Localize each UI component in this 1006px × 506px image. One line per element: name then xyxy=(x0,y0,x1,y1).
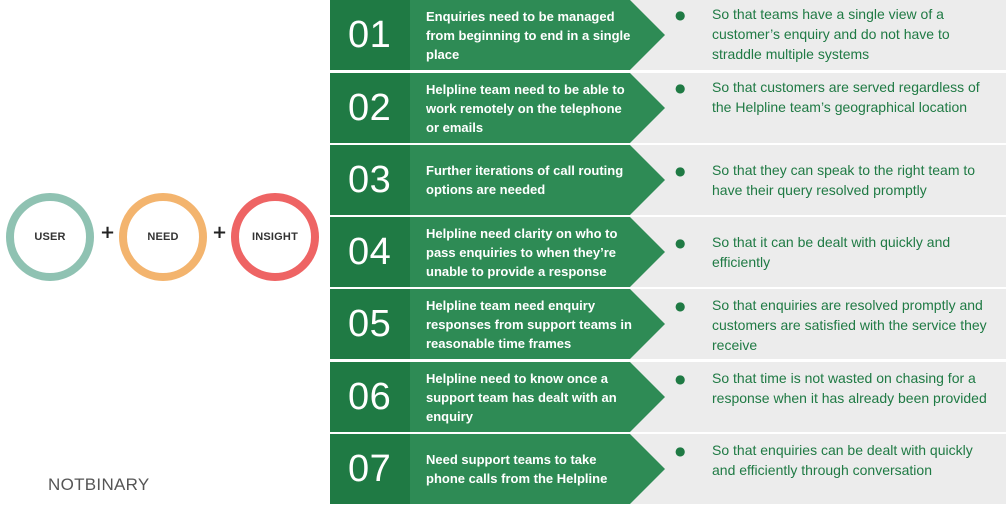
bullet-icon: ● xyxy=(675,236,686,250)
plus-sign: + xyxy=(212,222,228,243)
need-row: 05 Helpline team need enquiry responses f… xyxy=(330,289,1006,359)
bullet-icon: ● xyxy=(675,372,686,386)
need-label: NEED xyxy=(147,231,179,243)
need-text: Helpline team need to be able to work re… xyxy=(426,81,625,135)
needs-list: 01 Enquiries need to be managed from begi… xyxy=(330,0,1006,506)
need-text: Need support teams to take phone calls f… xyxy=(426,452,608,486)
need-row: 01 Enquiries need to be managed from begi… xyxy=(330,0,1006,70)
bullet-icon: ● xyxy=(675,164,686,178)
reason-text: So that teams have a single view of a cu… xyxy=(712,6,950,62)
row-number: 05 xyxy=(348,302,392,345)
row-number: 01 xyxy=(348,13,392,56)
bullet-icon: ● xyxy=(675,8,686,22)
need-row: 07 Need support teams to take phone calls… xyxy=(330,434,1006,504)
reason-text: So that time is not wasted on chasing fo… xyxy=(712,370,987,406)
need-text: Helpline need clarity on who to pass enq… xyxy=(426,225,618,279)
row-number: 04 xyxy=(348,230,392,273)
logo-text: NOTBINARY xyxy=(48,475,150,494)
row-number: 07 xyxy=(348,447,392,490)
need-text: Helpline need to know once a support tea… xyxy=(426,370,617,424)
row-number: 03 xyxy=(348,158,392,201)
notbinary-logo: NOTBINARY xyxy=(48,475,150,494)
reason-text: So that customers are served regardless … xyxy=(712,79,980,115)
bullet-icon: ● xyxy=(675,299,686,313)
user-label: USER xyxy=(34,231,66,243)
reason-text: So that they can speak to the right team… xyxy=(712,162,976,198)
user-circle: USER xyxy=(6,193,94,281)
bullet-icon: ● xyxy=(675,444,686,458)
need-text: Enquiries need to be managed from beginn… xyxy=(426,8,631,62)
need-row: 04 Helpline need clarity on who to pass e… xyxy=(330,217,1006,287)
need-row: 02 Helpline team need to be able to work … xyxy=(330,73,1006,143)
insight-circle: INSIGHT xyxy=(231,193,319,281)
plus-sign: + xyxy=(100,222,116,243)
reason-text: So that enquiries can be dealt with quic… xyxy=(712,442,973,478)
row-number: 06 xyxy=(348,375,392,418)
need-circle: NEED xyxy=(119,193,207,281)
reason-text: So that enquiries are resolved promptly … xyxy=(712,297,987,353)
reason-text: So that it can be dealt with quickly and… xyxy=(712,234,951,270)
need-text: Helpline team need enquiry responses fro… xyxy=(426,297,632,351)
need-row: 06 Helpline need to know once a support t… xyxy=(330,362,1006,432)
row-number: 02 xyxy=(348,86,392,129)
need-text: Further iterations of call routing optio… xyxy=(426,163,624,197)
need-row: 03 Further iterations of call routing opt… xyxy=(330,145,1006,215)
insight-label: INSIGHT xyxy=(251,231,298,243)
bullet-icon: ● xyxy=(675,81,686,95)
